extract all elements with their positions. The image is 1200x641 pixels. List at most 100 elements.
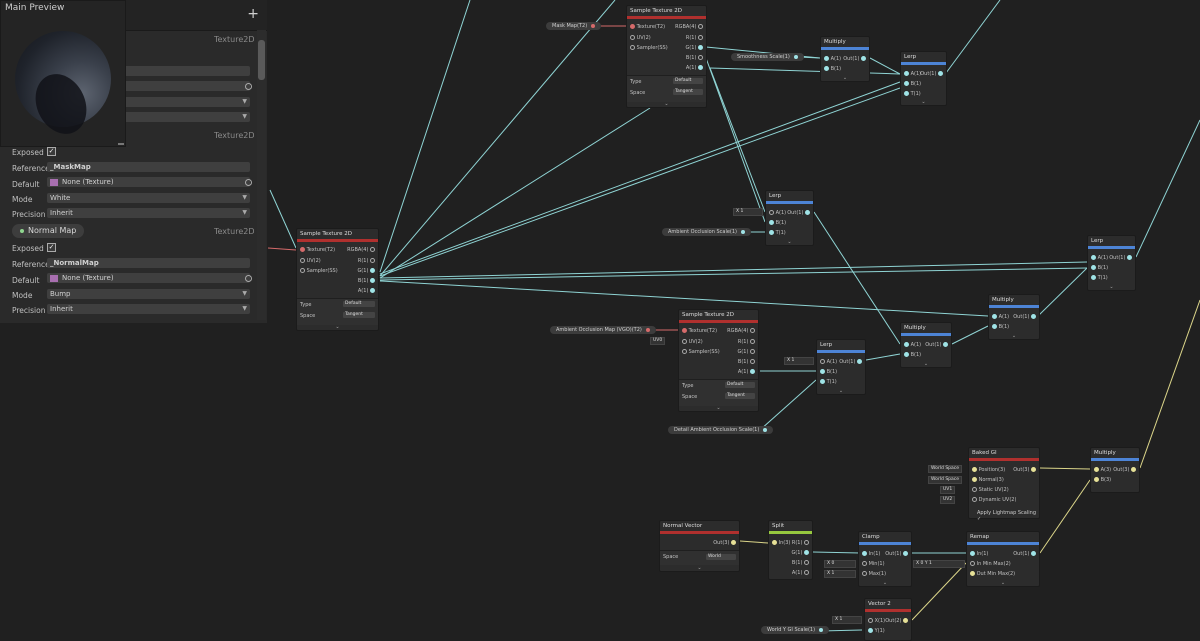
collapse-chevron-icon[interactable]: ⌄ (901, 361, 951, 367)
input-port-uv[interactable]: UV(2) (682, 339, 703, 345)
port-dot-icon[interactable] (904, 342, 909, 347)
output-port[interactable]: Out(1) (1013, 314, 1036, 320)
port-dot-icon[interactable] (1091, 255, 1096, 260)
input-port-position[interactable]: Position(3) (972, 467, 1005, 473)
port-dot-icon[interactable] (824, 66, 829, 71)
space-dropdown[interactable]: Tangent (673, 89, 703, 95)
port-dot-icon[interactable] (698, 35, 703, 40)
output-port-g[interactable]: G(1) (357, 268, 375, 274)
lerp-a-default-input[interactable]: X 1 (784, 357, 814, 365)
default-texture-field[interactable]: None (Texture) (47, 177, 250, 187)
input-port-texture[interactable]: Texture(T2) (300, 247, 335, 253)
input-port-sampler[interactable]: Sampler(SS) (682, 349, 720, 355)
port-dot-icon[interactable] (769, 210, 774, 215)
input-port-a[interactable]: A(1) (820, 359, 837, 365)
port-dot-icon[interactable] (370, 268, 375, 273)
type-dropdown[interactable]: Default (343, 301, 375, 307)
clamp-node[interactable]: Clamp In(1) Min(1) Max(1) Out(1) ⌄ (858, 531, 912, 587)
space-dropdown[interactable]: Tangent (725, 393, 755, 399)
collapse-chevron-icon[interactable]: ⌄ (627, 101, 706, 107)
output-port-r[interactable]: R(1) (358, 258, 375, 264)
port-dot-icon[interactable] (857, 359, 862, 364)
float-port-icon[interactable] (793, 54, 798, 59)
output-port-rgba[interactable]: RGBA(4) (675, 24, 703, 30)
sample-texture-node-2[interactable]: Sample Texture 2D Texture(T2) UV(2) Samp… (626, 5, 707, 108)
port-dot-icon[interactable] (1091, 275, 1096, 280)
collapse-chevron-icon[interactable]: ⌄ (901, 99, 946, 105)
output-port-g[interactable]: G(1) (685, 45, 703, 51)
input-port-a[interactable]: A(1) (992, 314, 1009, 320)
input-port-y[interactable]: Y(1) (868, 628, 885, 634)
input-port-uv[interactable]: UV(2) (630, 35, 651, 41)
input-port-uv[interactable]: UV(2) (300, 258, 321, 264)
static-uv-input[interactable]: UV1 (940, 486, 956, 494)
collapse-chevron-icon[interactable]: ⌄ (989, 333, 1039, 339)
input-port-b[interactable]: B(1) (904, 352, 921, 358)
output-port-a[interactable]: A(1) (358, 288, 375, 294)
port-dot-icon[interactable] (370, 247, 375, 252)
toggle-checkbox[interactable]: ✓ (977, 516, 981, 522)
port-dot-icon[interactable] (698, 45, 703, 50)
output-port-a[interactable]: A(1) (686, 65, 703, 71)
input-port-a[interactable]: A(3) (1094, 467, 1111, 473)
port-dot-icon[interactable] (1031, 314, 1036, 319)
port-dot-icon[interactable] (698, 65, 703, 70)
port-dot-icon[interactable] (630, 24, 635, 29)
vector2-node[interactable]: Vector 2 X(1) Y(1) Out(2) (864, 598, 912, 641)
port-dot-icon[interactable] (972, 487, 977, 492)
texture-port-icon[interactable] (591, 23, 596, 28)
lerp-node-3[interactable]: Lerp A(1) B(1) T(1) Out(1) ⌄ (1087, 235, 1136, 291)
reference-field[interactable]: _MaskMap (47, 162, 250, 172)
output-port-b[interactable]: B(1) (358, 278, 375, 284)
output-port-a[interactable]: A(1) (738, 369, 755, 375)
input-port-b[interactable]: B(1) (824, 66, 841, 72)
multiply-node-4[interactable]: Multiply A(3) B(3) Out(3) (1090, 447, 1140, 493)
collapse-chevron-icon[interactable]: ⌄ (297, 324, 378, 330)
port-dot-icon[interactable] (1031, 467, 1036, 472)
port-dot-icon[interactable] (904, 71, 909, 76)
exposed-checkbox[interactable]: ✓ (47, 147, 56, 156)
output-port[interactable]: Out(1) (920, 71, 943, 77)
port-dot-icon[interactable] (750, 339, 755, 344)
port-dot-icon[interactable] (772, 540, 777, 545)
preview-sphere[interactable] (15, 31, 111, 143)
port-dot-icon[interactable] (682, 339, 687, 344)
output-port[interactable]: Out(1) (1109, 255, 1132, 261)
output-port[interactable]: Out(3) (1113, 467, 1136, 473)
input-port-t[interactable]: T(1) (1091, 275, 1108, 281)
port-dot-icon[interactable] (370, 288, 375, 293)
input-port-texture[interactable]: Texture(T2) (630, 24, 665, 30)
port-dot-icon[interactable] (972, 477, 977, 482)
object-picker-icon[interactable] (245, 179, 252, 186)
input-port-in[interactable]: In(1) (970, 551, 988, 557)
input-port-static-uv[interactable]: Static UV(2) (972, 487, 1009, 493)
position-space-input[interactable]: World Space (928, 465, 963, 473)
collapse-chevron-icon[interactable]: ⌄ (967, 580, 1039, 586)
port-dot-icon[interactable] (820, 379, 825, 384)
world-y-gi-scale-property-node[interactable]: World Y GI Scale(1) (761, 626, 830, 634)
port-dot-icon[interactable] (804, 570, 809, 575)
port-dot-icon[interactable] (970, 561, 975, 566)
output-port[interactable]: Out(1) (925, 342, 948, 348)
baked-gi-node[interactable]: Baked GI Position(3) Normal(3) Static UV… (968, 447, 1040, 522)
port-dot-icon[interactable] (904, 81, 909, 86)
port-dot-icon[interactable] (820, 359, 825, 364)
port-dot-icon[interactable] (1031, 551, 1036, 556)
port-dot-icon[interactable] (750, 328, 755, 333)
collapse-chevron-icon[interactable]: ⌄ (817, 388, 865, 394)
port-dot-icon[interactable] (682, 328, 687, 333)
precision-dropdown[interactable]: Inherit ▼ (47, 304, 250, 314)
reference-field[interactable]: _NormalMap (47, 258, 250, 268)
lerp-a-default-input[interactable]: X 1 (733, 208, 763, 216)
add-property-button[interactable]: + (247, 6, 259, 22)
clamp-min-input[interactable]: X 0 (824, 560, 856, 568)
input-port-out-min-max[interactable]: Out Min Max(2) (970, 571, 1015, 577)
input-port-b[interactable]: B(1) (992, 324, 1009, 330)
input-port-dynamic-uv[interactable]: Dynamic UV(2) (972, 497, 1016, 503)
resize-handle[interactable] (118, 143, 124, 145)
lerp-node-4[interactable]: Lerp A(1) B(1) T(1) Out(1) ⌄ (816, 339, 866, 395)
sample-texture-node-3[interactable]: Sample Texture 2D Texture(T2) UV(2) Samp… (678, 309, 759, 412)
multiply-node-2[interactable]: Multiply A(1) B(1) Out(1) ⌄ (988, 294, 1040, 340)
input-port-t[interactable]: T(1) (820, 379, 837, 385)
float-port-icon[interactable] (763, 427, 768, 432)
